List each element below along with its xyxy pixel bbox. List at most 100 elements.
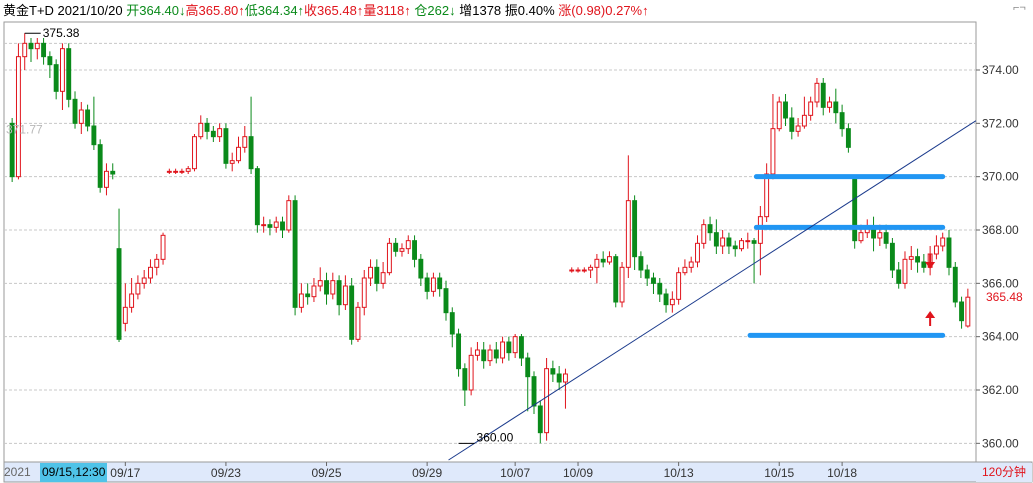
- candle-body: [839, 112, 845, 130]
- candle-body: [739, 240, 744, 250]
- candle-body: [569, 269, 575, 272]
- candle-body: [380, 272, 386, 284]
- arrow-head: [925, 262, 936, 269]
- arrow-head: [925, 311, 936, 318]
- candle-body: [468, 354, 474, 391]
- candle-body: [280, 221, 285, 231]
- x-tick-label: 09/29: [412, 466, 442, 480]
- candlestick-chart[interactable]: 375.38 360.00 371.77 360.00 362.00 364.00 366…: [0, 0, 1033, 483]
- candle-body: [933, 245, 939, 255]
- candle-body: [550, 368, 556, 375]
- candle-body: [575, 269, 581, 272]
- candle-body: [15, 56, 21, 178]
- candle-body: [330, 280, 336, 295]
- candle-body: [154, 258, 160, 268]
- candle-body: [965, 296, 971, 327]
- candle-body: [537, 405, 543, 434]
- candle-body: [801, 114, 807, 127]
- candle-body: [474, 349, 480, 356]
- candle-body: [34, 42, 40, 50]
- candle-body: [104, 170, 109, 188]
- candle-body: [808, 101, 814, 116]
- candle-body: [273, 221, 279, 228]
- candle-body: [148, 266, 153, 279]
- candle-body: [493, 349, 499, 359]
- y-tick-label: 374.00: [982, 63, 1019, 77]
- candle-body: [625, 200, 631, 268]
- candle-body: [311, 285, 317, 298]
- candle-body: [789, 117, 795, 132]
- candle-body: [204, 122, 210, 132]
- y-tick-label: 364.00: [982, 330, 1019, 344]
- candle-body: [827, 101, 832, 108]
- candle-body: [198, 122, 204, 138]
- candle-body: [292, 200, 298, 308]
- candle-body: [889, 242, 895, 271]
- candle-body: [695, 242, 700, 263]
- extreme-price-label: 375.38: [43, 26, 80, 40]
- x-axis-year: 2021: [4, 465, 31, 479]
- candle-body: [210, 130, 216, 138]
- candle-body: [443, 288, 449, 314]
- candle-body: [783, 101, 788, 119]
- candle-body: [669, 298, 675, 306]
- candle-body: [915, 256, 921, 263]
- extreme-price-label: 360.00: [477, 430, 514, 444]
- candle-body: [324, 280, 329, 295]
- candle-body: [349, 285, 355, 340]
- candle-body: [22, 42, 28, 58]
- candle-body: [707, 224, 713, 234]
- candle-body: [72, 98, 78, 124]
- candle-body: [437, 277, 443, 290]
- candle-body: [424, 277, 430, 292]
- candle-body: [883, 232, 889, 244]
- candle-body: [122, 306, 128, 324]
- candle-body: [179, 170, 185, 173]
- candle-body: [53, 64, 59, 92]
- candle-body: [518, 336, 524, 359]
- y-tick-label: 366.00: [982, 276, 1019, 290]
- candle-body: [412, 240, 417, 260]
- candle-body: [85, 109, 91, 127]
- candle-body: [28, 42, 34, 50]
- candle-body: [588, 266, 594, 271]
- x-axis-cursor-label: 09/15,12:30: [40, 463, 108, 482]
- candle-body: [531, 376, 537, 407]
- candle-body: [336, 280, 342, 306]
- candle-body: [267, 224, 273, 228]
- x-tick-label: 09/17: [110, 466, 140, 480]
- candle-body: [632, 200, 638, 258]
- y-tick-label: 368.00: [982, 223, 1019, 237]
- candle-body: [726, 237, 732, 247]
- y-tick-label: 372.00: [982, 116, 1019, 130]
- candle-body: [594, 258, 600, 268]
- candle-body: [959, 301, 965, 322]
- x-tick-label: 09/23: [211, 466, 241, 480]
- candle-layer: [9, 33, 971, 444]
- chart-window: 黄金T+D 2021/10/20 开364.40↓高365.80↑低364.34…: [0, 0, 1033, 483]
- candle-body: [116, 248, 122, 340]
- candle-body: [248, 136, 254, 170]
- candle-body: [506, 341, 512, 354]
- candle-body: [732, 245, 738, 250]
- x-tick-label: 09/25: [312, 466, 342, 480]
- candle-body: [173, 170, 179, 173]
- candle-body: [682, 266, 688, 274]
- candle-body: [305, 293, 311, 298]
- candle-body: [66, 48, 72, 100]
- candle-body: [185, 168, 191, 172]
- candle-body: [676, 272, 682, 300]
- overlay-layer: 375.38 360.00 371.77: [6, 26, 977, 461]
- candle-body: [166, 170, 172, 173]
- candle-body: [940, 237, 946, 247]
- candle-body: [751, 240, 757, 244]
- candle-body: [600, 258, 606, 263]
- candle-body: [500, 341, 506, 359]
- period-selector[interactable]: 120分钟: [976, 463, 1032, 482]
- candle-body: [701, 224, 707, 244]
- candle-body: [59, 48, 65, 92]
- candle-body: [129, 293, 135, 308]
- candle-body: [368, 266, 373, 279]
- candle-body: [745, 240, 751, 243]
- candle-body: [525, 357, 531, 378]
